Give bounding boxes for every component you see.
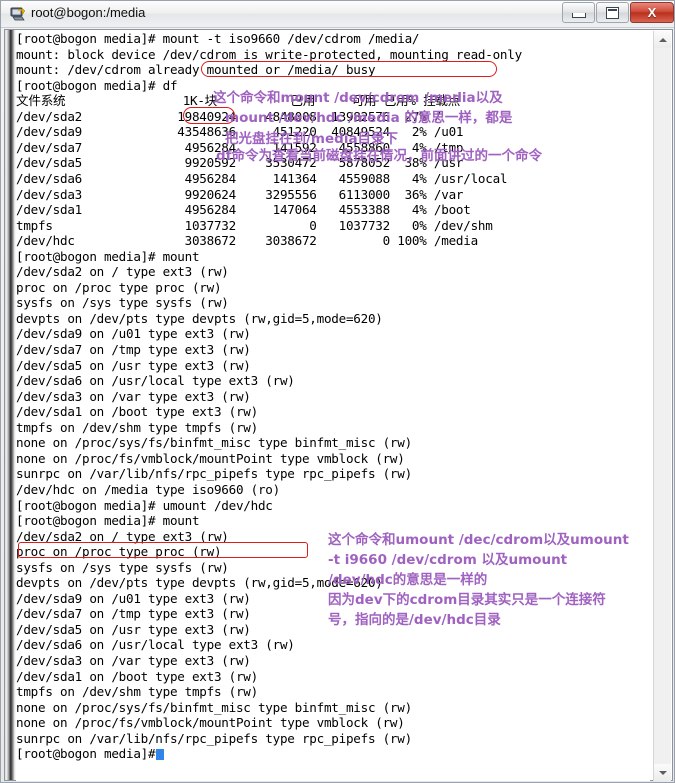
terminal-line: none on /proc/sys/fs/binfmt_misc type bi… (16, 699, 412, 715)
terminal-line: /dev/sda6 4956284 141364 4559088 4% /usr… (16, 170, 508, 186)
terminal-line: tmpfs on /dev/shm type tmpfs (rw) (16, 419, 258, 435)
terminal-line: none on /proc/fs/vmblock/mountPoint type… (16, 450, 405, 466)
terminal-line: /dev/sda2 on / type ext3 (rw) (16, 264, 229, 280)
terminal-window: root@bogon:/media X [root@bogon media]# … (0, 0, 675, 783)
close-icon: X (647, 5, 657, 20)
scroll-up-button[interactable] (654, 31, 671, 48)
terminal-line: /dev/sda2 on / type ext3 (rw) (16, 528, 229, 544)
terminal-line: /dev/sda9 on /u01 type ext3 (rw) (16, 326, 251, 342)
terminal-line: /dev/sda6 on /usr/local type ext3 (rw) (16, 373, 295, 389)
terminal-line: sysfs on /sys type sysfs (rw) (16, 559, 229, 575)
terminal-line: /dev/sda3 on /var type ext3 (rw) (16, 653, 251, 668)
terminal-line: /dev/hdc on /media type iso9660 (ro) (16, 481, 280, 497)
annotation-mount-line-1: 这个命令和mount /dev/cdrom /media以及 (213, 90, 503, 106)
annotation-umount-line-3: /dev/hdc的意思是一样的 (328, 572, 488, 588)
highlight-mount-command (201, 60, 497, 77)
terminal-line: /dev/sda3 on /var type ext3 (rw) (16, 388, 251, 404)
terminal-line: sunrpc on /var/lib/nfs/rpc_pipefs type r… (16, 730, 412, 746)
window-title: root@bogon:/media (31, 5, 146, 20)
terminal-line: devpts on /dev/pts type devpts (rw,gid=5… (16, 310, 383, 326)
terminal-line: [root@bogon media]# mount (16, 513, 200, 529)
vertical-scrollbar[interactable] (653, 31, 671, 781)
terminal-line: mount: block device /dev/cdrom is write-… (16, 46, 522, 62)
terminal-line: /dev/hdc 3038672 3038672 0 100% /media (16, 233, 478, 249)
highlight-umount-command (18, 542, 308, 558)
close-button[interactable]: X (630, 2, 674, 23)
restore-button[interactable] (596, 2, 629, 23)
text-cursor (156, 749, 165, 761)
terminal-output[interactable]: [root@bogon media]# sunrpc on /var/lib/n… (16, 31, 650, 781)
annotation-umount-line-1: 这个命令和umount /dec/cdrom以及umount (328, 532, 629, 548)
terminal-line: [root@bogon media]# umount /dev/hdc (16, 497, 273, 513)
title-bar: root@bogon:/media X (1, 1, 674, 28)
terminal-line: sysfs on /sys type sysfs (rw) (16, 295, 229, 311)
annotation-umount-line-5: 号，指向的是/dev/hdc目录 (328, 612, 501, 628)
terminal-line: /dev/sda1 4956284 147064 4553388 4% /boo… (16, 202, 471, 218)
terminal-left-edge (5, 30, 16, 780)
terminal-line: /dev/sda5 on /usr type ext3 (rw) (16, 357, 251, 373)
terminal-line: none on /proc/sys/fs/binfmt_misc type bi… (16, 435, 412, 451)
scroll-down-button[interactable] (654, 764, 671, 781)
chevron-up-icon (658, 37, 667, 42)
terminal-line: none on /proc/fs/vmblock/mountPoint type… (16, 715, 405, 731)
terminal-line: /dev/sda6 on /usr/local type ext3 (rw) (16, 637, 295, 653)
minimize-button[interactable] (562, 2, 595, 23)
terminal-line: /dev/sda5 on /usr type ext3 (rw) (16, 621, 251, 637)
annotation-df-line-1: df命令为查看当前磁盘挂在情况，前面讲过的一个命令 (216, 148, 543, 164)
terminal-line: tmpfs 1037732 0 1037732 0% /dev/shm (16, 217, 493, 233)
terminal-line: [root@bogon media]# mount -t iso9660 /de… (16, 31, 420, 46)
annotation-umount-line-2: -t i9660 /dev/cdrom 以及umount (328, 552, 568, 568)
terminal-frame: [root@bogon media]# sunrpc on /var/lib/n… (4, 29, 673, 781)
terminal-line: /dev/sda9 on /u01 type ext3 (rw) (16, 590, 251, 606)
terminal-line: tmpfs on /dev/shm type tmpfs (rw) (16, 684, 258, 700)
terminal-line: /dev/sda7 on /tmp type ext3 (rw) (16, 342, 251, 357)
terminal-line: /dev/sda1 on /boot type ext3 (rw) (16, 404, 258, 420)
terminal-line: [root@bogon media]# (16, 746, 163, 762)
terminal-line: [root@bogon media]# mount (16, 248, 200, 264)
terminal-line: /dev/sda7 on /tmp type ext3 (rw) (16, 606, 251, 622)
window-controls: X (561, 2, 674, 24)
restore-icon (606, 6, 619, 19)
annotation-umount-line-4: 因为dev下的cdrom目录其实只是一个连接符 (328, 592, 606, 608)
terminal-line: /dev/sda3 9920624 3295556 6113000 36% /v… (16, 186, 464, 202)
terminal-line: proc on /proc type proc (rw) (16, 279, 222, 295)
terminal-line: /dev/sda1 on /boot type ext3 (rw) (16, 668, 258, 684)
putty-terminal-icon (9, 5, 27, 23)
terminal-line: sunrpc on /var/lib/nfs/rpc_pipefs type r… (16, 466, 412, 482)
chevron-down-icon (658, 770, 667, 775)
minimize-icon (571, 12, 586, 18)
terminal-line: [root@bogon media]# df (16, 77, 178, 93)
annotation-mount-line-2: mount /dev/hdc /media 的意思一样，都是 (225, 110, 513, 126)
